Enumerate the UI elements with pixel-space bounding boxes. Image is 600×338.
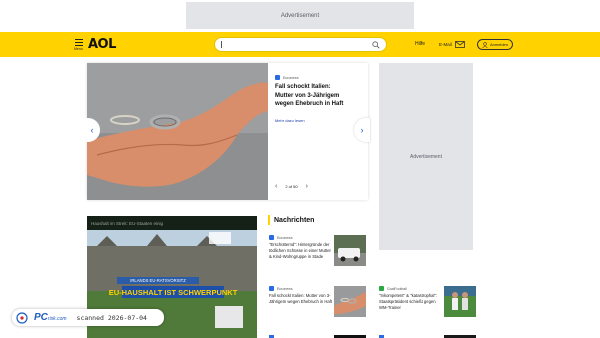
hero-story-panel: Euronews Fall schockt Italien: Mutter vo… <box>268 63 368 200</box>
news-section-title: Nachrichten <box>274 216 315 224</box>
source-logo-icon <box>275 75 280 80</box>
pager-count: 2 of 50 <box>285 184 298 189</box>
text-caret <box>221 41 222 48</box>
source-logo-icon <box>379 286 384 291</box>
top-advertisement[interactable]: Advertisement <box>186 2 414 29</box>
watermark-scan-date: scanned 2026-07-04 <box>76 313 147 322</box>
menu-icon-bar <box>75 44 83 46</box>
login-label: Anmelden <box>489 42 508 47</box>
mail-icon <box>454 41 465 48</box>
menu-icon <box>75 39 83 41</box>
source-logo-icon <box>269 286 274 291</box>
carousel-pager: ‹ 2 of 50 › <box>275 183 308 190</box>
pager-prev-icon[interactable]: ‹ <box>275 183 277 190</box>
pcrisk-logo-icon <box>16 311 28 324</box>
menu-label: Menu <box>74 47 83 51</box>
top-ad-label: Advertisement <box>280 12 320 19</box>
menu-icon-bar <box>75 41 83 43</box>
news-title: "Erschütternd": Hintergründe der tödlich… <box>269 242 331 259</box>
pager-next-icon[interactable]: › <box>306 183 308 190</box>
mail-label: E-Mail <box>439 42 452 47</box>
source-logo-icon <box>269 235 274 240</box>
news-source-name: Euronews <box>277 235 293 240</box>
menu-button[interactable]: Menu <box>74 39 85 53</box>
video-caption: Haushalt im Streit: EU-Staaten einig <box>91 221 164 226</box>
news-source: GoalFootball <box>379 286 407 291</box>
watermark-brand: PC <box>34 312 48 323</box>
side-ad-label: Advertisement <box>410 153 442 160</box>
hero-source: Euronews <box>275 75 299 80</box>
hand-with-rings-image <box>87 63 268 200</box>
search-input[interactable] <box>214 37 387 52</box>
news-item[interactable]: Euronews "Erschütternd": Hintergründe de… <box>269 235 369 273</box>
section-accent <box>268 215 270 225</box>
hero-image[interactable] <box>87 63 268 200</box>
video-headline: EU-HAUSHALT IST SCHWERPUNKT <box>109 288 238 297</box>
header-bar: Menu AOL Hilfe E-Mail Anmelden <box>0 32 600 57</box>
login-button[interactable]: Anmelden <box>477 39 513 50</box>
user-icon <box>482 41 488 48</box>
news-thumbnail <box>334 235 366 266</box>
mail-link[interactable]: E-Mail <box>439 41 465 48</box>
news-source-name: Euronews <box>277 286 293 291</box>
hero-title[interactable]: Fall schockt Italien: Mutter von 3-Jähri… <box>275 83 345 109</box>
news-thumbnail <box>444 286 476 317</box>
hero-source-name: Euronews <box>283 75 299 80</box>
search-icon[interactable] <box>372 41 380 49</box>
chevron-left-icon: ‹ <box>90 125 94 135</box>
news-title: "Inkompetent" & "katastrophal": Staatspr… <box>379 293 438 310</box>
read-more-link[interactable]: Mehr dazu lesen <box>275 118 305 123</box>
video-tag: IRLANDS EU-RATSVORSITZ <box>130 278 186 283</box>
hero-carousel: Euronews Fall schockt Italien: Mutter vo… <box>87 63 368 200</box>
news-section-header: Nachrichten <box>268 215 314 225</box>
news-thumbnail <box>334 286 366 317</box>
chevron-right-icon: › <box>360 125 364 135</box>
scan-watermark: PC risk.com scanned 2026-07-04 <box>12 309 164 326</box>
news-item[interactable]: GoalFootball "Inkompetent" & "katastroph… <box>379 286 479 324</box>
news-item[interactable]: Euronews Fall schockt Italien: Mutter vo… <box>269 286 369 324</box>
news-source-name: GoalFootball <box>387 286 407 291</box>
watermark-brand-suffix: risk.com <box>47 316 67 322</box>
side-advertisement[interactable]: Advertisement <box>379 63 473 250</box>
help-link[interactable]: Hilfe <box>415 41 425 47</box>
news-source: Euronews <box>269 235 293 240</box>
news-source: Euronews <box>269 286 293 291</box>
news-title: Fall schockt Italien: Mutter von 3-Jähri… <box>269 293 333 304</box>
aol-logo[interactable]: AOL <box>88 37 116 52</box>
